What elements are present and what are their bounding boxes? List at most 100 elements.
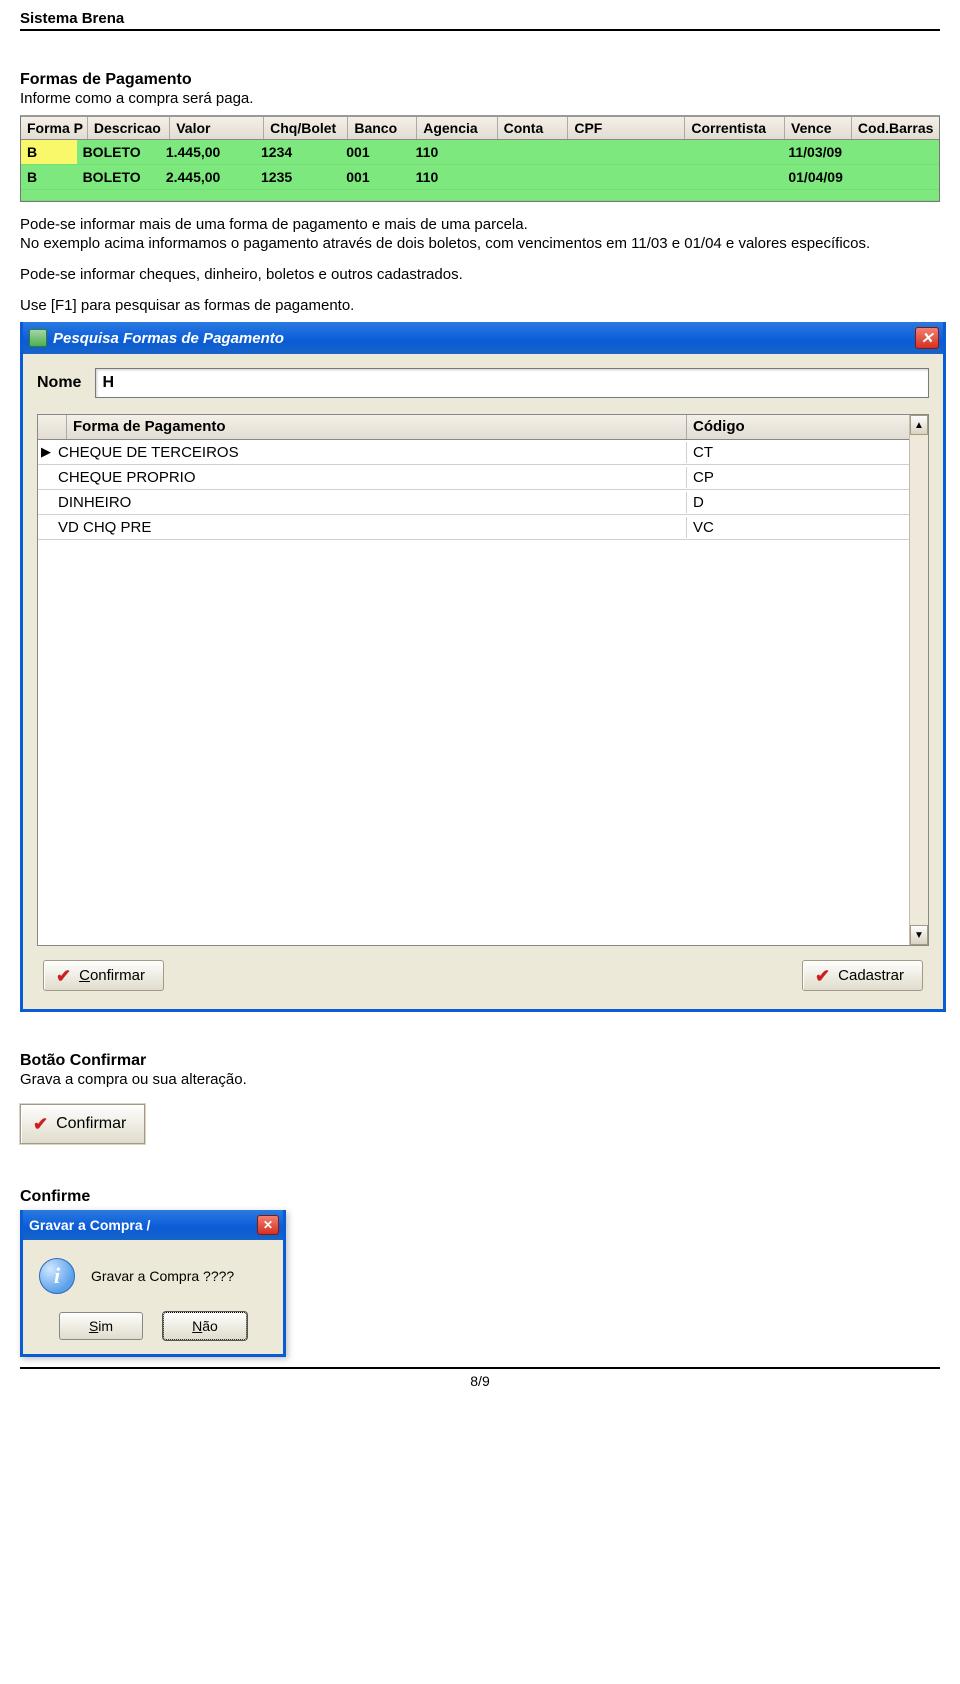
check-icon: ✔: [33, 1117, 48, 1131]
cell-cod: [850, 175, 939, 179]
cadastrar-label: Cadastrar: [838, 967, 904, 984]
cell-corr: [681, 175, 782, 179]
confirmar-button[interactable]: ✔ Confirmar: [43, 960, 164, 991]
scrollbar[interactable]: ▲ ▼: [909, 415, 928, 945]
cell-vence: 01/04/09: [782, 167, 849, 187]
result-row[interactable]: VD CHQ PRE VC: [38, 515, 909, 540]
cell-codigo: CP: [687, 467, 909, 488]
results-grid: Forma de Pagamento Código ▶ CHEQUE DE TE…: [37, 414, 929, 946]
payment-table: Forma P Descricao Valor Chq/Bolet Banco …: [20, 115, 940, 202]
nao-label: ão: [202, 1318, 218, 1334]
explain-p1: Pode-se informar mais de uma forma de pa…: [20, 216, 940, 233]
cell-codigo: CT: [687, 442, 909, 463]
payment-table-header: Forma P Descricao Valor Chq/Bolet Banco …: [21, 117, 939, 140]
cell-cpf: [562, 150, 681, 154]
cell-cod: [850, 150, 939, 154]
cell-desc: BOLETO: [77, 167, 160, 187]
col-banco: Banco: [348, 117, 417, 139]
cell-corr: [681, 150, 782, 154]
section-formas-subtitle: Informe como a compra será paga.: [20, 90, 940, 107]
cell-valor: 1.445,00: [160, 142, 255, 162]
page-footer: 8/9: [20, 1367, 940, 1389]
col-descricao: Descricao: [88, 117, 170, 139]
search-title: Pesquisa Formas de Pagamento: [53, 330, 284, 347]
payment-row[interactable]: B BOLETO 2.445,00 1235 001 110 01/04/09: [21, 165, 939, 190]
confirmar-label-u: C: [79, 967, 90, 984]
scroll-up-icon[interactable]: ▲: [910, 415, 928, 435]
cell-forma[interactable]: B: [21, 165, 77, 189]
col-valor: Valor: [170, 117, 264, 139]
result-row[interactable]: ▶ CHEQUE DE TERCEIROS CT: [38, 440, 909, 465]
col-cpf: CPF: [568, 117, 685, 139]
close-icon[interactable]: ✕: [915, 327, 939, 349]
section-botao-confirmar-text: Grava a compra ou sua alteração.: [20, 1071, 940, 1088]
col-conta: Conta: [498, 117, 569, 139]
cell-banco: 001: [340, 167, 409, 187]
explain-p2: No exemplo acima informamos o pagamento …: [20, 235, 940, 252]
col-vence: Vence: [785, 117, 852, 139]
scroll-down-icon[interactable]: ▼: [910, 925, 928, 945]
row-marker-icon: ▶: [38, 444, 54, 460]
section-formas-title: Formas de Pagamento: [20, 71, 940, 89]
cell-forma-pagamento: VD CHQ PRE: [54, 517, 687, 538]
explain-p3: Pode-se informar cheques, dinheiro, bole…: [20, 266, 940, 283]
cell-valor: 2.445,00: [160, 167, 255, 187]
cell-cpf: [562, 175, 681, 179]
payment-row[interactable]: B BOLETO 1.445,00 1234 001 110 11/03/09: [21, 140, 939, 165]
page-header: Sistema Brena: [20, 10, 940, 31]
dialog-title: Gravar a Compra /: [29, 1217, 150, 1233]
check-icon: ✔: [56, 969, 71, 983]
result-row[interactable]: DINHEIRO D: [38, 490, 909, 515]
explain-p4: Use [F1] para pesquisar as formas de pag…: [20, 297, 940, 314]
confirmar-label: onfirmar: [68, 1115, 127, 1132]
confirmar-label: onfirmar: [90, 967, 145, 984]
cell-conta: [491, 150, 562, 154]
cell-chq: 1234: [255, 142, 340, 162]
close-icon[interactable]: ✕: [257, 1215, 279, 1235]
col-forma: Forma P: [21, 117, 88, 139]
col-codbarras: Cod.Barras: [852, 117, 939, 139]
section-confirme-title: Confirme: [20, 1188, 940, 1206]
check-icon: ✔: [815, 969, 830, 983]
result-row[interactable]: CHEQUE PROPRIO CP: [38, 465, 909, 490]
cell-forma[interactable]: B: [21, 140, 77, 164]
nao-label-u: N: [192, 1318, 202, 1334]
section-botao-confirmar-title: Botão Confirmar: [20, 1052, 940, 1070]
cell-forma-pagamento: DINHEIRO: [54, 492, 687, 513]
window-icon: [29, 329, 47, 347]
cadastrar-button[interactable]: ✔ Cadastrar: [802, 960, 923, 991]
cell-codigo: D: [687, 492, 909, 513]
search-titlebar[interactable]: Pesquisa Formas de Pagamento ✕: [23, 322, 943, 354]
page-number: 8/9: [470, 1373, 489, 1389]
sim-label-u: S: [89, 1318, 98, 1334]
cell-codigo: VC: [687, 517, 909, 538]
col-correntista: Correntista: [685, 117, 785, 139]
dialog-message: Gravar a Compra ????: [91, 1268, 234, 1284]
cell-agencia: 110: [410, 142, 491, 162]
cell-forma-pagamento: CHEQUE PROPRIO: [54, 467, 687, 488]
cell-agencia: 110: [410, 167, 491, 187]
nome-input[interactable]: [95, 368, 929, 398]
col-agencia: Agencia: [417, 117, 497, 139]
nao-button[interactable]: Não: [163, 1312, 247, 1340]
confirmar-button-standalone[interactable]: ✔ Confirmar: [20, 1104, 145, 1144]
search-window: Pesquisa Formas de Pagamento ✕ Nome Form…: [20, 322, 946, 1012]
sim-label: im: [98, 1318, 113, 1334]
cell-chq: 1235: [255, 167, 340, 187]
cell-conta: [491, 175, 562, 179]
payment-row-empty[interactable]: [21, 190, 939, 201]
results-header: Forma de Pagamento Código: [38, 415, 909, 440]
cell-banco: 001: [340, 142, 409, 162]
col-codigo: Código: [687, 415, 909, 439]
col-chqbolet: Chq/Bolet: [264, 117, 348, 139]
cell-forma-pagamento: CHEQUE DE TERCEIROS: [54, 442, 687, 463]
confirmar-label-u: C: [56, 1115, 68, 1132]
dialog-titlebar[interactable]: Gravar a Compra / ✕: [23, 1210, 283, 1240]
info-icon: i: [39, 1258, 75, 1294]
cell-desc: BOLETO: [77, 142, 160, 162]
cell-vence: 11/03/09: [782, 142, 849, 162]
col-forma-pagamento: Forma de Pagamento: [67, 415, 687, 439]
sim-button[interactable]: Sim: [59, 1312, 143, 1340]
nome-label: Nome: [37, 374, 81, 392]
confirm-dialog: Gravar a Compra / ✕ i Gravar a Compra ??…: [20, 1210, 286, 1357]
